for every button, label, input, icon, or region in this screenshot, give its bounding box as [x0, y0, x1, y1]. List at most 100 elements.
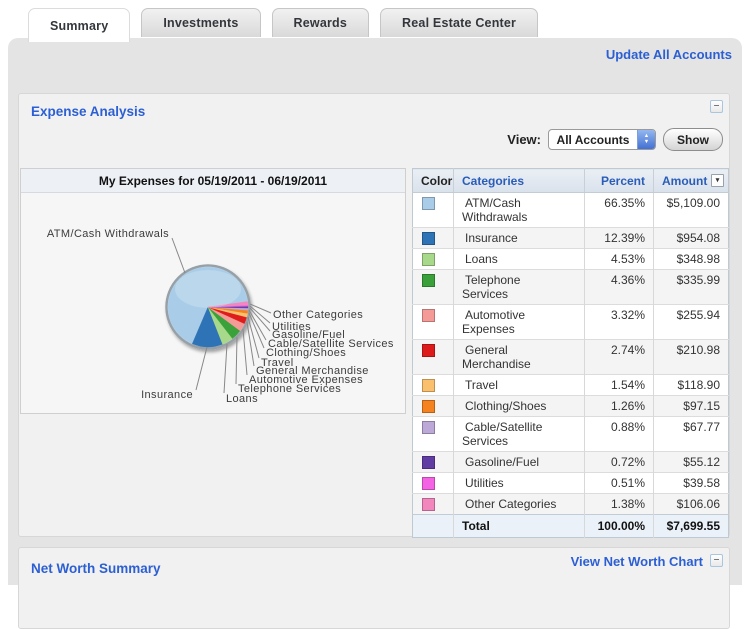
total-label: Total — [454, 515, 585, 538]
pie-leader-line — [247, 322, 254, 366]
column-header-color: Color — [413, 169, 454, 193]
column-header-categories[interactable]: Categories — [454, 169, 585, 193]
main-panel: Update All Accounts Expense Analysis – V… — [8, 38, 742, 585]
expense-view-controls: View: All Accounts ▲▼ Show — [507, 128, 723, 151]
color-cell — [413, 340, 454, 375]
color-swatch — [422, 309, 435, 322]
amount-sort-icon[interactable]: ▾ — [711, 174, 724, 187]
table-row: Other Categories1.38%$106.06 — [413, 494, 729, 515]
pie-label-atm-cash-withdrawals: ATM/Cash Withdrawals — [47, 228, 169, 240]
category-cell: Insurance — [454, 228, 585, 249]
amount-cell: $335.99 — [654, 270, 729, 305]
amount-cell: $55.12 — [654, 452, 729, 473]
pie-leader-line — [224, 344, 227, 393]
net-worth-title: Net Worth Summary — [31, 561, 161, 576]
pie-leader-line — [243, 329, 247, 375]
table-total-row: Total 100.00% $7,699.55 — [413, 515, 729, 538]
percent-cell: 0.72% — [585, 452, 654, 473]
view-label: View: — [507, 132, 541, 147]
tab-rewards-label: Rewards — [294, 16, 348, 30]
category-cell: Clothing/Shoes — [454, 396, 585, 417]
table-row: Automotive Expenses3.32%$255.94 — [413, 305, 729, 340]
color-cell — [413, 305, 454, 340]
show-button-label: Show — [677, 133, 709, 147]
color-cell — [413, 193, 454, 228]
amount-cell: $118.90 — [654, 375, 729, 396]
tab-summary[interactable]: Summary — [28, 8, 130, 42]
percent-cell: 1.38% — [585, 494, 654, 515]
color-swatch — [422, 498, 435, 511]
expense-chart-panel: My Expenses for 05/19/2011 - 06/19/2011 … — [20, 168, 406, 414]
chart-body: ATM/Cash WithdrawalsInsuranceLoansTeleph… — [21, 193, 405, 414]
amount-cell: $255.94 — [654, 305, 729, 340]
tab-summary-label: Summary — [50, 19, 108, 33]
chart-title: My Expenses for 05/19/2011 - 06/19/2011 — [21, 169, 405, 193]
amount-cell: $210.98 — [654, 340, 729, 375]
page: { "tabs": [ {"label": "Summary", "active… — [0, 0, 750, 585]
percent-cell: 4.53% — [585, 249, 654, 270]
percent-cell: 12.39% — [585, 228, 654, 249]
color-cell — [413, 396, 454, 417]
color-cell — [413, 473, 454, 494]
table-row: ATM/Cash Withdrawals66.35%$5,109.00 — [413, 193, 729, 228]
collapse-net-worth-button[interactable]: – — [710, 554, 723, 567]
percent-cell: 1.54% — [585, 375, 654, 396]
column-header-percent[interactable]: Percent — [585, 169, 654, 193]
category-cell: Other Categories — [454, 494, 585, 515]
amount-cell: $5,109.00 — [654, 193, 729, 228]
expense-analysis-section: Expense Analysis – View: All Accounts ▲▼… — [18, 93, 730, 537]
table-row: Insurance12.39%$954.08 — [413, 228, 729, 249]
pie-gloss-highlight — [175, 270, 241, 308]
pie-label-other-categories: Other Categories — [273, 309, 363, 321]
color-swatch — [422, 456, 435, 469]
amount-cell: $67.77 — [654, 417, 729, 452]
category-cell: ATM/Cash Withdrawals — [454, 193, 585, 228]
show-button[interactable]: Show — [663, 128, 723, 151]
table-row: Travel1.54%$118.90 — [413, 375, 729, 396]
total-amount: $7,699.55 — [654, 515, 729, 538]
category-cell: Gasoline/Fuel — [454, 452, 585, 473]
expense-analysis-title: Expense Analysis — [31, 104, 145, 119]
accounts-select[interactable]: All Accounts ▲▼ — [548, 129, 656, 150]
table-row: Clothing/Shoes1.26%$97.15 — [413, 396, 729, 417]
color-cell — [413, 249, 454, 270]
expense-pie-chart: ATM/Cash WithdrawalsInsuranceLoansTeleph… — [21, 193, 405, 414]
amount-cell: $39.58 — [654, 473, 729, 494]
color-cell — [413, 417, 454, 452]
percent-cell: 4.36% — [585, 270, 654, 305]
table-row: Utilities0.51%$39.58 — [413, 473, 729, 494]
total-percent: 100.00% — [585, 515, 654, 538]
category-cell: Cable/Satellite Services — [454, 417, 585, 452]
color-cell — [413, 228, 454, 249]
tab-real-estate-center-label: Real Estate Center — [402, 16, 516, 30]
table-row: Loans4.53%$348.98 — [413, 249, 729, 270]
color-swatch — [422, 379, 435, 392]
tab-rewards[interactable]: Rewards — [272, 8, 370, 37]
collapse-expense-button[interactable]: – — [710, 100, 723, 113]
color-swatch — [422, 232, 435, 245]
accounts-select-value: All Accounts — [549, 133, 637, 147]
update-all-accounts-link[interactable]: Update All Accounts — [606, 47, 732, 62]
tab-investments-label: Investments — [163, 16, 238, 30]
view-net-worth-chart-link[interactable]: View Net Worth Chart — [571, 554, 703, 569]
color-swatch — [422, 344, 435, 357]
color-cell — [413, 452, 454, 473]
percent-cell: 3.32% — [585, 305, 654, 340]
color-swatch — [422, 274, 435, 287]
net-worth-section: Net Worth Summary View Net Worth Chart – — [18, 547, 730, 629]
amount-cell: $954.08 — [654, 228, 729, 249]
color-swatch — [422, 197, 435, 210]
color-cell — [413, 270, 454, 305]
percent-cell: 0.51% — [585, 473, 654, 494]
color-swatch — [422, 477, 435, 490]
table-row: Gasoline/Fuel0.72%$55.12 — [413, 452, 729, 473]
color-cell — [413, 375, 454, 396]
table-row: Telephone Services4.36%$335.99 — [413, 270, 729, 305]
percent-cell: 0.88% — [585, 417, 654, 452]
tab-investments[interactable]: Investments — [141, 8, 260, 37]
table-row: General Merchandise2.74%$210.98 — [413, 340, 729, 375]
expense-table: Color Categories Percent Amount ▾ ATM/Ca… — [412, 168, 729, 538]
table-row: Cable/Satellite Services0.88%$67.77 — [413, 417, 729, 452]
column-header-amount[interactable]: Amount ▾ — [654, 169, 729, 193]
tab-real-estate-center[interactable]: Real Estate Center — [380, 8, 538, 37]
